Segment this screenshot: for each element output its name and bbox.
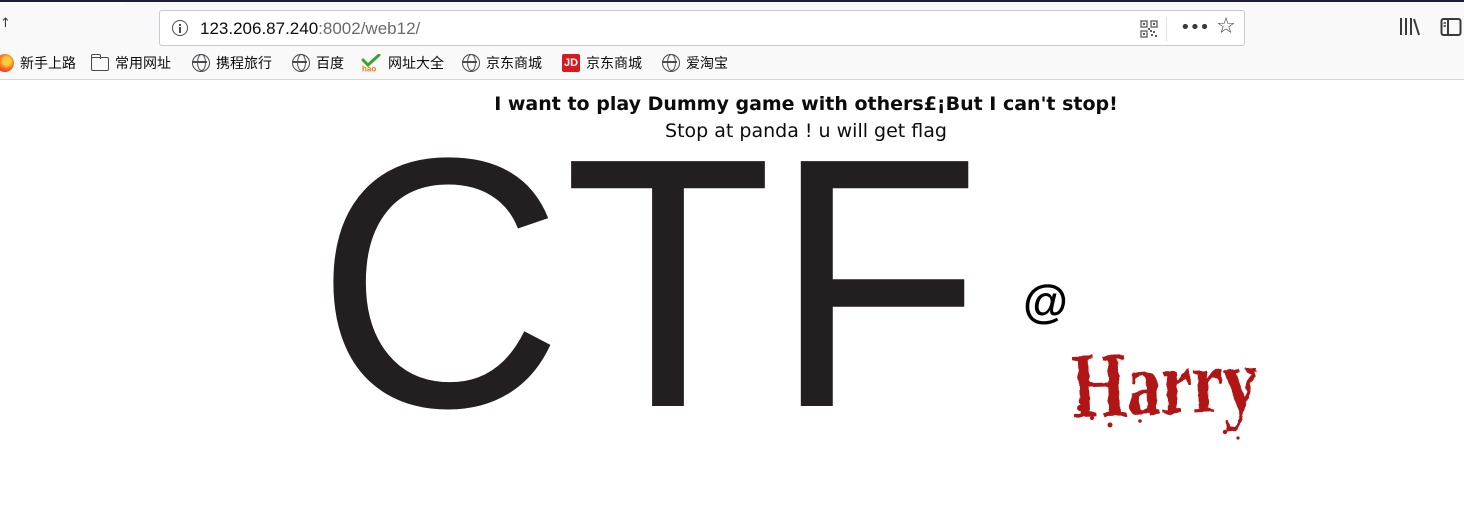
bookmark-item[interactable]: 爱淘宝 xyxy=(662,52,728,74)
bookmark-label: 京东商城 xyxy=(586,56,642,72)
bookmark-label: 百度 xyxy=(316,56,344,72)
page-heading: I want to play Dummy game with others£¡B… xyxy=(494,93,1118,115)
url-separator xyxy=(1166,17,1167,41)
bookmark-label: 爱淘宝 xyxy=(686,56,728,72)
svg-text:hao: hao xyxy=(362,65,376,73)
hao-icon: hao xyxy=(361,54,381,73)
jd-icon: JD xyxy=(562,54,580,72)
bookmark-item[interactable]: hao 网址大全 xyxy=(360,52,444,74)
firefox-icon xyxy=(0,54,14,72)
bookmark-label: 京东商城 xyxy=(486,56,542,72)
logo-ctf-text: CTF xyxy=(320,150,982,450)
globe-icon xyxy=(662,54,680,72)
page-subheading: Stop at panda ! u will get flag xyxy=(665,120,947,142)
bookmark-item[interactable]: JD 京东商城 xyxy=(562,52,642,74)
tab-strip-edge xyxy=(0,2,126,4)
folder-icon xyxy=(90,54,109,71)
bookmark-label: 网址大全 xyxy=(388,56,444,72)
url-host: 123.206.87.240 xyxy=(200,19,319,38)
bookmarks-toolbar: 新手上路 常用网址 携程旅行 百度 hao 网址大全 京东商城 JD 京东商城 … xyxy=(0,46,1464,80)
logo-at-sign: @ xyxy=(1023,275,1068,327)
logo-signature: Harry xyxy=(1070,329,1259,437)
bookmark-item[interactable]: 百度 xyxy=(292,52,344,74)
library-icon[interactable] xyxy=(1398,16,1422,38)
page-actions-menu-icon[interactable]: ••• xyxy=(1180,17,1210,41)
bookmark-label: 携程旅行 xyxy=(216,56,272,72)
globe-icon xyxy=(462,54,480,72)
address-bar[interactable]: 123.206.87.240:8002/web12/ ••• ☆ xyxy=(159,10,1245,46)
globe-icon xyxy=(192,54,210,72)
browser-toolbar: ↑ 123.206.87.240:8002/web12/ ••• ☆ xyxy=(0,0,1464,46)
info-icon[interactable] xyxy=(172,20,188,36)
ctf-harry-logo: CTF @ Harry xyxy=(320,150,1259,450)
bookmark-item[interactable]: 新手上路 xyxy=(0,52,76,74)
globe-icon xyxy=(292,54,310,72)
bookmark-item[interactable]: 携程旅行 xyxy=(192,52,272,74)
url-path: :8002/web12/ xyxy=(318,19,421,38)
signature-group: Harry xyxy=(1070,329,1259,437)
bookmark-star-icon[interactable]: ☆ xyxy=(1214,15,1238,39)
bookmark-label: 新手上路 xyxy=(20,56,76,72)
bookmark-folder[interactable]: 常用网址 xyxy=(90,52,171,74)
url-text[interactable]: 123.206.87.240:8002/web12/ xyxy=(200,19,420,39)
bookmark-item[interactable]: 京东商城 xyxy=(462,52,542,74)
qr-code-icon[interactable] xyxy=(1140,20,1158,38)
bookmark-label: 常用网址 xyxy=(115,56,171,72)
back-arrow-icon[interactable]: ↑ xyxy=(0,16,11,32)
sidebar-toggle-icon[interactable] xyxy=(1440,17,1462,37)
